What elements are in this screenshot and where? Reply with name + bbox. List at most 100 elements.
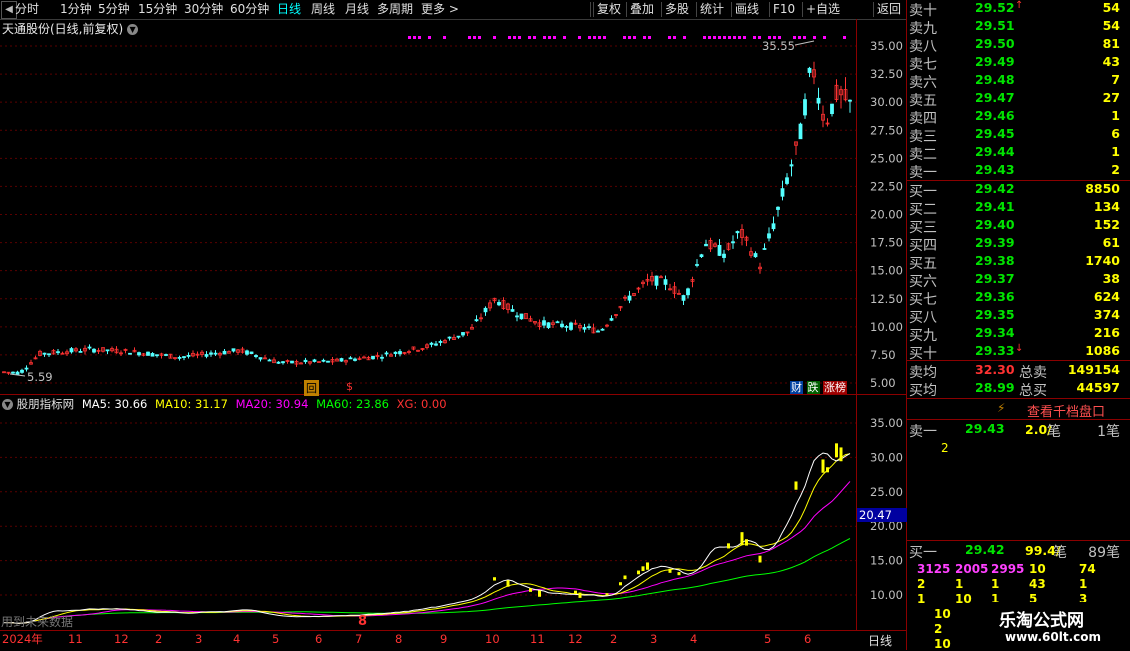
candle-body — [785, 177, 789, 184]
buy-row[interactable]: 买五 29.38 1740 — [907, 253, 1130, 272]
high-pointer — [794, 40, 815, 46]
signal-dot — [738, 36, 741, 39]
candle-body — [659, 276, 663, 279]
signal-bar — [758, 555, 762, 563]
high-price-label: 35.55 — [762, 39, 795, 53]
thousand-book-button[interactable]: ⚡ 查看千档盘口 — [907, 399, 1130, 420]
level-volume: 216 — [1093, 325, 1120, 340]
signal-bar — [835, 443, 838, 458]
thousand-sell1-unit: 笔 — [1047, 424, 1061, 440]
candle-body — [762, 248, 767, 250]
kline-chart[interactable]: 35.0032.5030.0027.5025.0022.5020.0017.50… — [0, 0, 906, 650]
sell-row[interactable]: 卖五 29.47 27 — [907, 90, 1130, 109]
candle-body — [290, 360, 294, 364]
sell-avg-value: 32.30 — [975, 362, 1015, 377]
rank-badge[interactable]: 涨榜 — [823, 381, 847, 394]
candle-body — [245, 350, 249, 355]
dollar-mark[interactable]: $ — [346, 380, 353, 393]
candle-body — [474, 319, 479, 322]
candle-body — [560, 323, 564, 328]
level-volume: 54 — [1102, 0, 1120, 15]
signal-dot — [728, 36, 731, 39]
sell-row[interactable]: 卖八 29.50 81 — [907, 36, 1130, 55]
buy-row[interactable]: 买十 29.33 1086 ↓ — [907, 343, 1130, 362]
candle-body — [258, 357, 263, 360]
chevron-down-icon[interactable]: ▼ — [2, 399, 13, 410]
x-axis-label: 4 — [690, 632, 697, 646]
review-mark[interactable]: 回 — [304, 380, 319, 396]
candle-body — [722, 253, 726, 258]
level-volume: 1 — [1111, 108, 1120, 123]
sell-row[interactable]: 卖七 29.49 43 — [907, 54, 1130, 73]
candle-body — [182, 356, 186, 358]
signal-dot — [758, 36, 761, 39]
buy-row[interactable]: 买一 29.42 8850 — [907, 181, 1130, 200]
level-volume: 38 — [1102, 271, 1120, 286]
candle-body — [807, 67, 812, 73]
candle-body — [600, 328, 605, 331]
level-volume: 624 — [1093, 289, 1120, 304]
x-axis-label: 9 — [440, 632, 447, 646]
thousand-sell1-count: 1笔 — [1097, 424, 1120, 440]
sell-row[interactable]: 卖十 29.52 54 ↑ — [907, 0, 1130, 19]
candle-body — [42, 352, 47, 355]
sell-row[interactable]: 卖六 29.48 7 — [907, 72, 1130, 91]
total-sell-value: 149154 — [1067, 362, 1120, 377]
buy-row[interactable]: 买七 29.36 624 — [907, 289, 1130, 308]
level-label: 卖七 — [909, 57, 937, 73]
buy-row[interactable]: 买二 29.41 134 — [907, 199, 1130, 218]
thousand-sell1-detail: 2 — [941, 441, 949, 455]
candle-body — [515, 315, 519, 318]
buy-row[interactable]: 买九 29.34 216 — [907, 325, 1130, 344]
x-axis-label: 5 — [272, 632, 279, 646]
signal-dot — [478, 36, 481, 39]
buy-row[interactable]: 买三 29.40 152 — [907, 217, 1130, 236]
period-label[interactable]: 日线 — [868, 632, 892, 649]
sell-row[interactable]: 卖一 29.43 2 — [907, 162, 1130, 181]
candle-body — [767, 233, 771, 239]
drop-badge[interactable]: 跌 — [806, 381, 820, 394]
x-axis-label: 2 — [610, 632, 617, 646]
candle-body — [546, 322, 551, 328]
indicator-name[interactable]: 股朋指标网 — [17, 397, 75, 411]
sell-row[interactable]: 卖三 29.45 6 — [907, 126, 1130, 145]
indicator-legend: ▼ 股朋指标网 MA5: 30.66 MA10: 31.17 MA20: 30.… — [2, 396, 447, 412]
candle-body — [164, 354, 168, 356]
candle-body — [654, 275, 659, 286]
sell-row[interactable]: 卖九 29.51 54 — [907, 18, 1130, 37]
signal-dot — [733, 36, 736, 39]
candle-body — [128, 352, 132, 355]
candle-body — [78, 351, 83, 353]
thousand-buy1-price: 29.42 — [965, 542, 1005, 557]
x-axis-label: 7 — [355, 632, 362, 646]
thousand-sell1-label: 卖一 — [909, 424, 937, 440]
signal-bar — [619, 582, 622, 586]
candle-body — [438, 341, 443, 343]
level-volume: 152 — [1093, 217, 1120, 232]
buy-row[interactable]: 买八 29.35 374 — [907, 307, 1130, 326]
y-tick-label: 10.00 — [870, 320, 903, 334]
signal-dot — [708, 36, 711, 39]
level-label: 买四 — [909, 238, 937, 254]
candle-body — [434, 343, 438, 346]
sell-row[interactable]: 卖四 29.46 1 — [907, 108, 1130, 127]
thousand-buy1-label: 买一 — [909, 545, 937, 561]
finance-badge[interactable]: 财 — [790, 381, 803, 394]
y-tick-label: 25.00 — [870, 151, 903, 165]
buy-row[interactable]: 买四 29.39 61 — [907, 235, 1130, 254]
ma10-value: MA10: 31.17 — [155, 397, 228, 411]
candle-body — [312, 359, 317, 362]
candle-body — [848, 99, 852, 102]
signal-bar — [529, 588, 532, 592]
ma5-value: MA5: 30.66 — [81, 397, 148, 411]
sell-row[interactable]: 卖二 29.44 1 — [907, 144, 1130, 163]
indicator-tick-label: 35.00 — [870, 416, 903, 430]
signal-dot — [533, 36, 536, 39]
buy-row[interactable]: 买六 29.37 38 — [907, 271, 1130, 290]
x-axis-label: 3 — [195, 632, 202, 646]
signal-bar — [623, 575, 627, 580]
candle-body — [303, 359, 308, 363]
cursor-value-box: 20.47 — [857, 508, 907, 522]
indicator-tick-label: 15.00 — [870, 554, 903, 568]
x-axis-label: 10 — [485, 632, 500, 646]
